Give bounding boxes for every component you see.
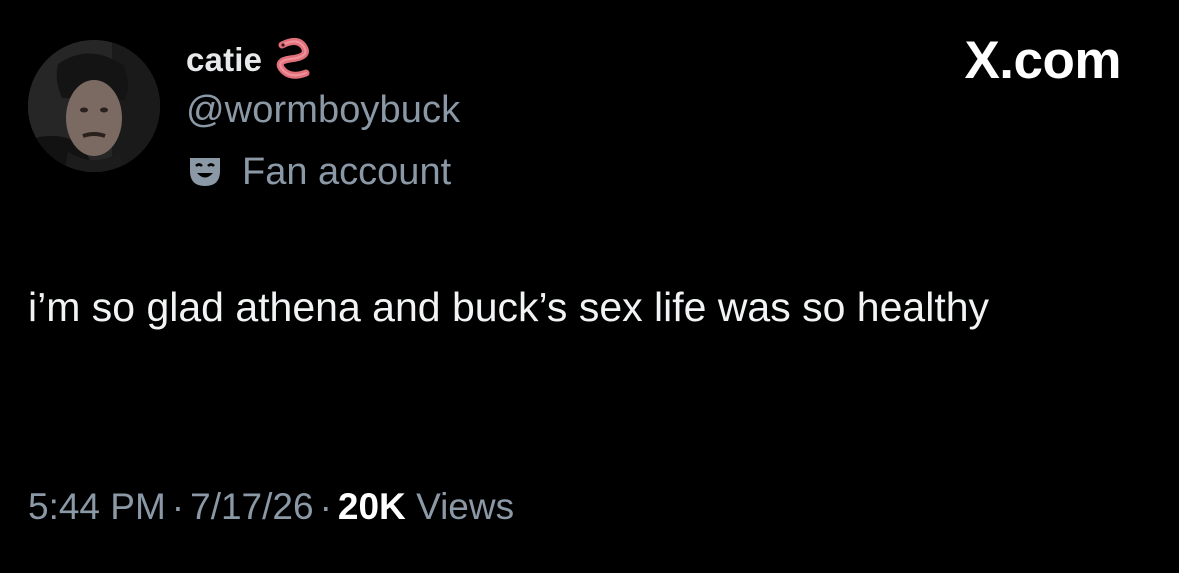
tweet-text: i’m so glad athena and buck’s sex life w… — [28, 284, 990, 330]
author-handle[interactable]: @wormboybuck — [186, 89, 460, 132]
tweet-meta: 5:44 PM · 7/17/26 · 20K Views — [28, 486, 514, 528]
tweet-date[interactable]: 7/17/26 — [190, 486, 313, 527]
account-label-text: Fan account — [242, 150, 452, 193]
x-com-watermark: X.com — [964, 31, 1121, 90]
meta-separator: · — [171, 486, 185, 527]
meta-separator: · — [319, 486, 332, 527]
views-count[interactable]: 20K — [338, 486, 406, 527]
display-name[interactable]: catie — [186, 41, 262, 79]
account-label: Fan account — [186, 148, 451, 196]
theater-mask-icon — [186, 155, 224, 189]
avatar-photo — [28, 40, 160, 172]
author-name-row[interactable]: catie — [186, 34, 316, 86]
views-label: Views — [416, 486, 515, 527]
tweet-time[interactable]: 5:44 PM — [28, 486, 166, 527]
worm-emoji-icon — [272, 37, 316, 83]
avatar[interactable] — [28, 40, 160, 172]
